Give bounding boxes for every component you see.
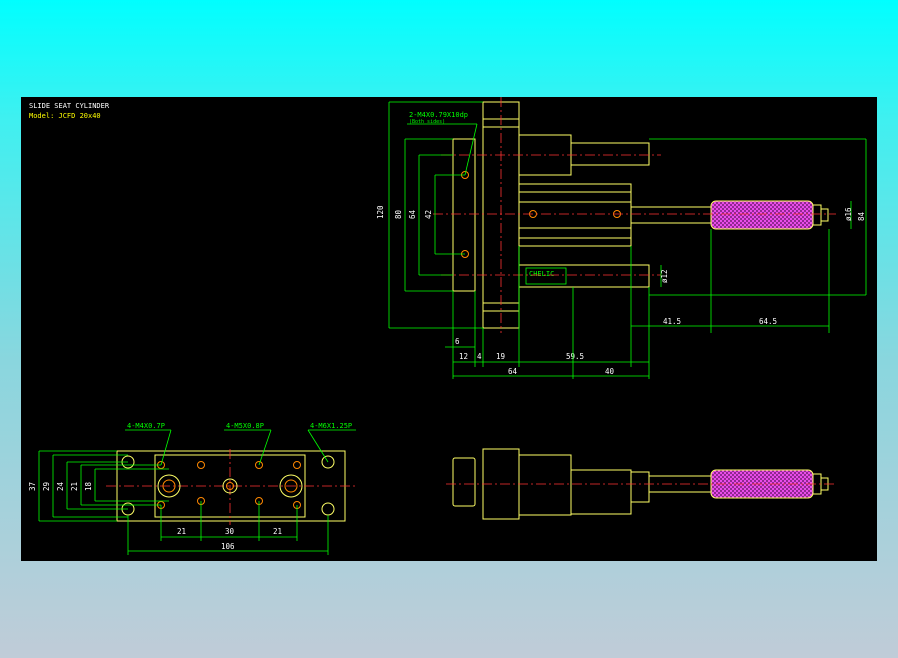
front-view: CHELIC 120 80 64 42 ø16 84 ø12 41.5 64.5… <box>376 97 867 379</box>
brand-label: CHELIC <box>529 270 554 278</box>
top-view: 37 29 24 21 18 21 30 21 106 4-M4X0.7P 4-… <box>28 422 356 555</box>
top-hole-subnote: (Both sides) <box>409 119 445 125</box>
knurled-knob <box>710 200 814 230</box>
dim-30: 30 <box>225 527 235 536</box>
model-label: Model: JCFD 20x40 <box>29 112 101 120</box>
dim-18: 18 <box>84 481 93 491</box>
dim-80: 80 <box>394 209 403 219</box>
dim-106: 106 <box>221 542 235 551</box>
piston-rod <box>630 206 712 224</box>
dim-6: 6 <box>455 337 460 346</box>
dim-21-vertical: 21 <box>70 482 79 491</box>
dim-64-5: 64.5 <box>759 317 777 326</box>
dim-12: 12 <box>459 352 468 361</box>
dim-21-right: 21 <box>273 527 282 536</box>
upper-rod <box>570 142 650 166</box>
drawing-viewport: SLIDE SEAT CYLINDER Model: JCFD 20x40 CH… <box>0 0 898 658</box>
dim-4: 4 <box>477 352 482 361</box>
hole-note-m4: 4-M4X0.7P <box>127 422 165 430</box>
hole-note-m5: 4-M5X0.8P <box>226 422 264 430</box>
dim-21-left: 21 <box>177 527 186 536</box>
dim-40: 40 <box>605 367 615 376</box>
dim-41-5: 41.5 <box>663 317 681 326</box>
dim-phi12: ø12 <box>660 269 669 283</box>
cad-drawing: SLIDE SEAT CYLINDER Model: JCFD 20x40 CH… <box>28 97 867 555</box>
hole-note-m6: 4-M6X1.25P <box>310 422 352 430</box>
side-end-plate <box>452 457 476 507</box>
dim-59-5: 59.5 <box>566 352 584 361</box>
top-hole-note: 2-M4X0.79X10dp <box>409 111 468 119</box>
dim-84: 84 <box>857 211 866 221</box>
drawing-title: SLIDE SEAT CYLINDER <box>29 102 110 110</box>
dim-64-vertical: 64 <box>408 209 417 219</box>
side-view <box>446 448 836 520</box>
dim-120: 120 <box>376 205 385 219</box>
dim-42: 42 <box>424 210 433 219</box>
front-plate <box>452 138 476 292</box>
dim-29: 29 <box>42 482 51 491</box>
cad-drawing-panel[interactable]: SLIDE SEAT CYLINDER Model: JCFD 20x40 CH… <box>21 97 877 561</box>
dim-37: 37 <box>28 482 37 491</box>
end-nut <box>812 204 822 226</box>
cylinder-body <box>518 183 632 247</box>
dim-19: 19 <box>496 352 505 361</box>
dim-64-horizontal: 64 <box>508 367 518 376</box>
dim-24: 24 <box>56 481 65 491</box>
dim-phi16: ø16 <box>844 207 853 221</box>
